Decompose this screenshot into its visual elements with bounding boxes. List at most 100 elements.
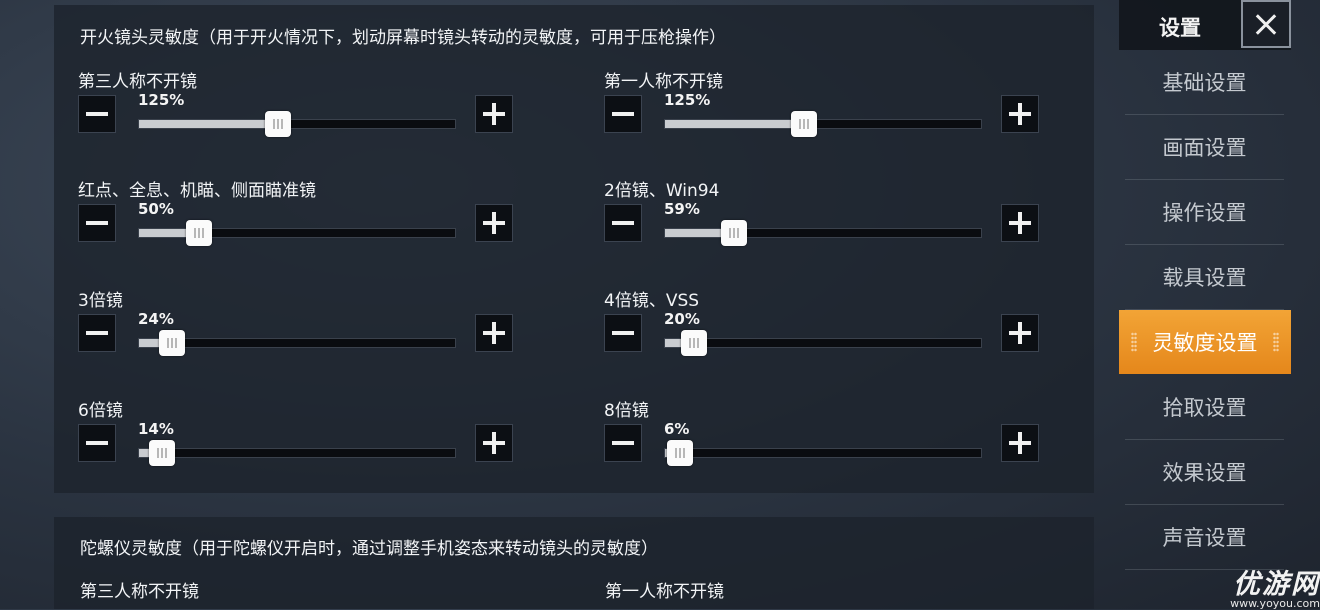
sensitivity-setting: 2倍镜、Win94 59% xyxy=(604,176,1074,266)
sidebar-item-label: 声音设置 xyxy=(1162,526,1247,550)
section-title-gyro: 陀螺仪灵敏度（用于陀螺仪开启时，通过调整手机姿态来转动镜头的灵敏度） xyxy=(80,539,658,559)
decrease-button[interactable] xyxy=(78,95,116,133)
increase-button[interactable] xyxy=(475,314,513,352)
sidebar-item-label: 画面设置 xyxy=(1162,136,1247,160)
gyro-sensitivity-panel: 陀螺仪灵敏度（用于陀螺仪开启时，通过调整手机姿态来转动镜头的灵敏度） 第三人称不… xyxy=(54,517,1094,609)
plus-icon-stroke xyxy=(492,322,496,344)
increase-button[interactable] xyxy=(1001,314,1039,352)
sidebar-item[interactable]: 基础设置 xyxy=(1125,50,1284,115)
decrease-button[interactable] xyxy=(604,95,642,133)
sensitivity-setting: 4倍镜、VSS 20% xyxy=(604,286,1074,376)
sidebar-item-label: 灵敏度设置 xyxy=(1152,331,1258,355)
sensitivity-slider[interactable] xyxy=(138,119,456,129)
sensitivity-setting: 红点、全息、机瞄、侧面瞄准镜 50% xyxy=(78,176,548,266)
slider-value: 6% xyxy=(664,420,690,438)
slider-handle[interactable] xyxy=(265,111,291,137)
minus-icon xyxy=(612,221,634,225)
sensitivity-slider[interactable] xyxy=(664,448,982,458)
setting-label: 6倍镜 xyxy=(78,401,123,421)
setting-label: 红点、全息、机瞄、侧面瞄准镜 xyxy=(78,181,316,201)
close-button[interactable] xyxy=(1241,0,1291,48)
plus-icon-stroke xyxy=(1018,322,1022,344)
watermark-url: www.yoyou.com xyxy=(1230,597,1320,610)
sidebar-item-label: 操作设置 xyxy=(1162,201,1247,225)
sensitivity-slider[interactable] xyxy=(664,119,982,129)
gyro-label-first-person: 第一人称不开镜 xyxy=(605,582,724,602)
sensitivity-slider[interactable] xyxy=(664,338,982,348)
sensitivity-slider[interactable] xyxy=(138,448,456,458)
plus-icon-stroke xyxy=(492,212,496,234)
sidebar-item[interactable]: 画面设置 xyxy=(1125,115,1284,180)
setting-label: 2倍镜、Win94 xyxy=(604,181,720,201)
decrease-button[interactable] xyxy=(604,314,642,352)
slider-handle[interactable] xyxy=(667,440,693,466)
setting-label: 第三人称不开镜 xyxy=(78,72,197,92)
decrease-button[interactable] xyxy=(78,314,116,352)
grip-icon xyxy=(1131,332,1137,352)
slider-value: 125% xyxy=(138,91,185,109)
slider-value: 14% xyxy=(138,420,174,438)
slider-handle[interactable] xyxy=(149,440,175,466)
slider-value: 50% xyxy=(138,200,174,218)
sidebar-item-label: 基础设置 xyxy=(1162,71,1247,95)
minus-icon xyxy=(86,331,108,335)
slider-fill xyxy=(665,120,805,128)
settings-sidebar: 设置 基础设置画面设置操作设置载具设置灵敏度设置拾取设置效果设置声音设置 xyxy=(1119,0,1320,609)
sidebar-item[interactable]: 载具设置 xyxy=(1125,245,1284,310)
sidebar-item[interactable]: 灵敏度设置 xyxy=(1119,310,1291,374)
sidebar-item[interactable]: 声音设置 xyxy=(1125,505,1284,570)
sensitivity-slider[interactable] xyxy=(664,228,982,238)
sidebar-item[interactable]: 操作设置 xyxy=(1125,180,1284,245)
plus-icon-stroke xyxy=(492,103,496,125)
slider-value: 59% xyxy=(664,200,700,218)
watermark-logo-text: 优游网 xyxy=(1233,569,1320,600)
decrease-button[interactable] xyxy=(78,204,116,242)
slider-handle[interactable] xyxy=(159,330,185,356)
increase-button[interactable] xyxy=(475,424,513,462)
decrease-button[interactable] xyxy=(78,424,116,462)
minus-icon xyxy=(612,331,634,335)
minus-icon xyxy=(86,441,108,445)
setting-label: 3倍镜 xyxy=(78,291,123,311)
site-watermark: 优游网 www.yoyou.com xyxy=(1212,562,1320,610)
sidebar-item-label: 拾取设置 xyxy=(1162,396,1247,420)
grip-icon xyxy=(1273,332,1279,352)
plus-icon-stroke xyxy=(1018,103,1022,125)
increase-button[interactable] xyxy=(1001,204,1039,242)
setting-label: 第一人称不开镜 xyxy=(604,72,723,92)
decrease-button[interactable] xyxy=(604,204,642,242)
slider-value: 125% xyxy=(664,91,711,109)
sensitivity-setting: 8倍镜 6% xyxy=(604,396,1074,486)
slider-handle[interactable] xyxy=(721,220,747,246)
sensitivity-setting: 3倍镜 24% xyxy=(78,286,548,376)
slider-handle[interactable] xyxy=(186,220,212,246)
minus-icon xyxy=(612,112,634,116)
sensitivity-setting: 6倍镜 14% xyxy=(78,396,548,486)
minus-icon xyxy=(86,221,108,225)
slider-fill xyxy=(139,120,279,128)
plus-icon-stroke xyxy=(492,432,496,454)
sidebar-header: 设置 xyxy=(1119,0,1291,50)
slider-handle[interactable] xyxy=(681,330,707,356)
sensitivity-slider[interactable] xyxy=(138,338,456,348)
sidebar-item-label: 载具设置 xyxy=(1162,266,1247,290)
section-title-fire: 开火镜头灵敏度（用于开火情况下，划动屏幕时镜头转动的灵敏度，可用于压枪操作） xyxy=(80,28,726,48)
increase-button[interactable] xyxy=(475,95,513,133)
plus-icon-stroke xyxy=(1018,432,1022,454)
decrease-button[interactable] xyxy=(604,424,642,462)
sidebar-title: 设置 xyxy=(1159,16,1201,40)
slider-value: 20% xyxy=(664,310,700,328)
sidebar-item[interactable]: 效果设置 xyxy=(1125,440,1284,505)
gyro-label-third-person: 第三人称不开镜 xyxy=(80,582,199,602)
increase-button[interactable] xyxy=(1001,95,1039,133)
minus-icon xyxy=(86,112,108,116)
slider-handle[interactable] xyxy=(791,111,817,137)
setting-label: 8倍镜 xyxy=(604,401,649,421)
increase-button[interactable] xyxy=(475,204,513,242)
sensitivity-setting: 第三人称不开镜 125% xyxy=(78,67,548,157)
sensitivity-setting: 第一人称不开镜 125% xyxy=(604,67,1074,157)
sidebar-item[interactable]: 拾取设置 xyxy=(1125,375,1284,440)
setting-label: 4倍镜、VSS xyxy=(604,291,700,311)
increase-button[interactable] xyxy=(1001,424,1039,462)
minus-icon xyxy=(612,441,634,445)
